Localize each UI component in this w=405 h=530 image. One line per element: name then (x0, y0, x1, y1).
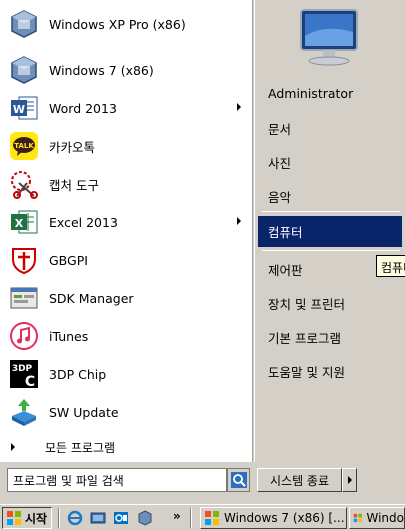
divider (262, 250, 400, 251)
submenu-arrow-icon (237, 217, 241, 225)
search-button[interactable] (227, 468, 250, 492)
places-item-label: 음악 (268, 189, 292, 205)
shutdown-options-button[interactable] (342, 468, 357, 492)
places-item-label: 컴퓨터 (268, 225, 303, 240)
submenu-arrow-icon (237, 103, 241, 111)
quick-launch-more-icon[interactable]: » (173, 509, 181, 523)
itunes-icon (8, 320, 40, 352)
kakao-badge: TALK (14, 142, 34, 150)
program-kakaotalk[interactable]: TALK 카카오톡 (5, 128, 249, 164)
computer-tooltip: 컴퓨터 (376, 255, 405, 277)
3dp-badge: 3DP (12, 364, 33, 374)
sdk-manager-icon (8, 282, 40, 314)
start-label: 시작 (25, 511, 48, 526)
places-item-label: 사진 (268, 155, 292, 171)
program-label: GBGPI (49, 252, 88, 268)
excel-icon: X (8, 206, 40, 238)
snipping-tool-icon (8, 168, 40, 200)
virtualbox-icon (8, 8, 40, 40)
program-windows-xp[interactable]: Windows XP Pro (x86) (5, 6, 249, 42)
show-desktop-icon[interactable] (90, 510, 106, 526)
word-icon: W (8, 92, 40, 124)
program-label: Windows XP Pro (x86) (49, 16, 186, 32)
virtualbox-icon[interactable] (137, 510, 153, 526)
places-item-help-support[interactable]: 도움말 및 지원 (258, 356, 402, 386)
programs-pane: Windows XP Pro (x86) Windows 7 (x86) W W… (0, 0, 253, 462)
start-menu: Windows XP Pro (x86) Windows 7 (x86) W W… (0, 0, 405, 500)
places-item-label: Administrator (268, 85, 354, 101)
search-icon (230, 472, 247, 488)
taskbar-button-windows-7[interactable]: Windows 7 (x86) [... (200, 507, 347, 529)
divider (8, 48, 248, 49)
places-item-default-programs[interactable]: 기본 프로그램 (258, 322, 402, 352)
program-label: SDK Manager (49, 290, 134, 306)
3dp-chip-icon: 3DP C (8, 358, 40, 390)
program-label: Word 2013 (49, 100, 117, 116)
places-item-label: 장치 및 프린터 (268, 296, 345, 312)
program-gbgpi[interactable]: GBGPI (5, 242, 249, 278)
program-label: 카카오톡 (49, 139, 96, 155)
program-snipping-tool[interactable]: 캡처 도구 (5, 166, 249, 202)
program-3dp-chip[interactable]: 3DP C 3DP Chip (5, 356, 249, 392)
program-itunes[interactable]: iTunes (5, 318, 249, 354)
places-item-administrator[interactable]: Administrator (258, 78, 402, 108)
program-word[interactable]: W Word 2013 (5, 90, 249, 126)
program-windows-7[interactable]: Windows 7 (x86) (5, 52, 249, 88)
divider (8, 432, 248, 433)
gbgpi-icon (8, 244, 40, 276)
sw-update-icon (8, 396, 40, 428)
windows-logo-icon (7, 511, 21, 525)
places-item-devices-printers[interactable]: 장치 및 프린터 (258, 288, 402, 318)
task-label: Windows 7 (x86) [... (224, 511, 345, 525)
taskbar: 시작 » Windows 7 (x86) [... Windo (0, 504, 405, 530)
places-item-documents[interactable]: 문서 (258, 113, 402, 143)
user-picture-icon (300, 9, 358, 66)
divider (190, 508, 192, 528)
kakaotalk-icon: TALK (8, 130, 40, 162)
program-label: SW Update (49, 404, 119, 420)
program-label: Excel 2013 (49, 214, 118, 230)
outlook-icon[interactable] (113, 510, 129, 526)
divider (262, 211, 400, 212)
task-label: Windo (366, 511, 405, 525)
program-label: iTunes (49, 328, 89, 344)
places-item-label: 기본 프로그램 (268, 330, 341, 346)
shutdown-button[interactable]: 시스템 종료 (257, 468, 342, 492)
windows-logo-icon (205, 511, 219, 525)
svg-text:W: W (13, 103, 25, 116)
windows-logo-icon (353, 513, 362, 523)
places-item-music[interactable]: 음악 (258, 181, 402, 211)
start-button[interactable]: 시작 (2, 507, 52, 529)
svg-text:C: C (25, 374, 35, 389)
taskbar-button-windows[interactable]: Windo (349, 507, 405, 529)
program-label: 캡처 도구 (49, 177, 99, 193)
virtualbox-icon (8, 54, 40, 86)
svg-text:X: X (15, 217, 24, 230)
program-label: Windows 7 (x86) (49, 62, 154, 78)
places-item-label: 문서 (268, 121, 292, 137)
places-item-label: 도움말 및 지원 (268, 364, 345, 380)
program-sdk-manager[interactable]: SDK Manager (5, 280, 249, 316)
places-item-computer[interactable]: 컴퓨터 (258, 216, 402, 247)
all-programs-button[interactable]: 모든 프로그램 (5, 436, 249, 458)
program-label: 3DP Chip (49, 366, 107, 382)
internet-explorer-icon[interactable] (67, 510, 83, 526)
program-sw-update[interactable]: SW Update (5, 394, 249, 430)
places-item-label: 제어판 (268, 262, 303, 278)
search-input[interactable]: 프로그램 및 파일 검색 (7, 468, 227, 492)
places-item-pictures[interactable]: 사진 (258, 147, 402, 177)
all-programs-label: 모든 프로그램 (45, 440, 116, 455)
expand-arrow-icon (11, 443, 15, 451)
divider (58, 508, 60, 528)
program-excel[interactable]: X Excel 2013 (5, 204, 249, 240)
